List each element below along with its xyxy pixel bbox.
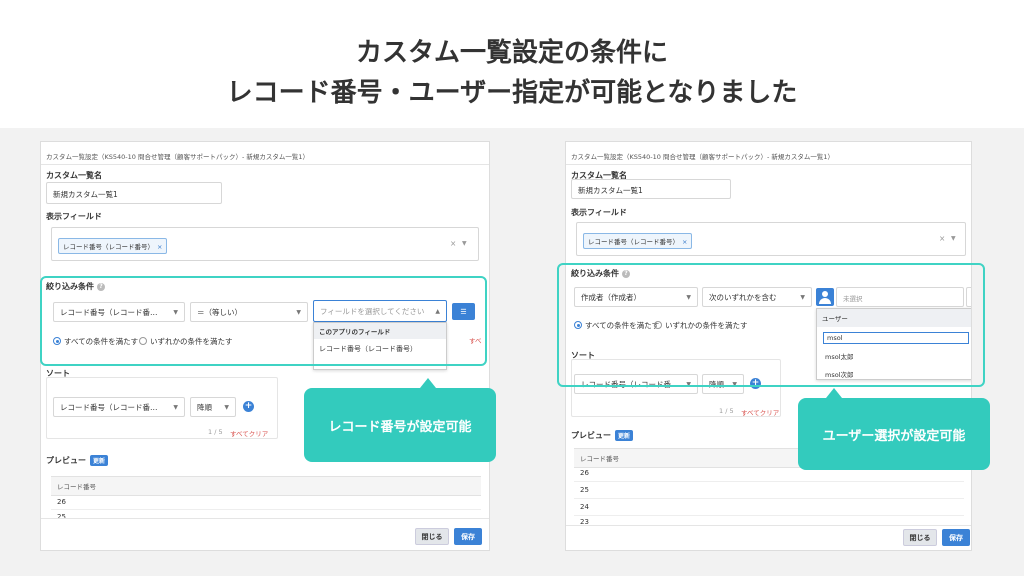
left-callout-text: レコード番号が設定可能 — [328, 419, 472, 435]
footer-divider — [566, 525, 971, 526]
display-field-tag[interactable]: レコード番号（レコード番号） × — [583, 233, 693, 249]
chevron-down-icon[interactable]: ▼ — [462, 240, 467, 247]
save-button[interactable]: 保存 — [942, 529, 970, 546]
pager: 1 / 5 — [719, 407, 734, 415]
callout-arrow — [826, 388, 842, 398]
screenshot-stage: カスタム一覧設定（KS540-10 問合せ管理（顧客サポートパック）- 新規カス… — [0, 128, 1024, 576]
right-callout-text: ユーザー選択が設定可能 — [822, 428, 966, 444]
breadcrumb: カスタム一覧設定（KS540-10 問合せ管理（顧客サポートパック）- 新規カス… — [571, 153, 835, 161]
save-button[interactable]: 保存 — [454, 528, 482, 545]
right-callout: ユーザー選択が設定可能 — [798, 388, 990, 470]
table-row: 26 — [51, 494, 481, 510]
display-field-tag-label: レコード番号（レコード番号） — [63, 243, 154, 251]
sort-order-value: 降順 — [197, 402, 212, 412]
divider — [41, 164, 489, 165]
table-header: レコード番号 — [51, 476, 481, 496]
table-row: 25 — [574, 482, 964, 499]
list-name-input[interactable]: 新規カスタム一覧1 — [46, 182, 222, 204]
preview-label-text: プレビュー — [46, 456, 86, 465]
list-name-value: 新規カスタム一覧1 — [53, 190, 118, 199]
close-button[interactable]: 閉じる — [415, 528, 449, 545]
add-sort-icon[interactable]: + — [243, 401, 254, 412]
display-fields-select[interactable]: レコード番号（レコード番号） × × ▼ — [576, 222, 966, 256]
preview-label: プレビュー 更新 — [46, 455, 109, 466]
chevron-down-icon: ▼ — [224, 403, 229, 411]
display-field-tag[interactable]: レコード番号（レコード番号） × — [58, 238, 168, 254]
headline-line-1: カスタム一覧設定の条件に — [355, 38, 668, 68]
headline: カスタム一覧設定の条件に レコード番号・ユーザー指定が可能となりました — [0, 0, 1024, 128]
display-fields-select[interactable]: レコード番号（レコード番号） × × ▼ — [51, 227, 479, 261]
list-name-value: 新規カスタム一覧1 — [578, 186, 643, 195]
table-row: 24 — [574, 499, 964, 516]
remove-tag-icon[interactable]: × — [682, 238, 687, 246]
sort-field-value: レコード番号（レコード番… — [60, 402, 158, 412]
sort-order-select[interactable]: 降順 ▼ — [190, 397, 236, 417]
display-fields-label: 表示フィールド — [46, 212, 102, 221]
table-row: 23 — [580, 518, 589, 526]
close-button[interactable]: 閉じる — [903, 529, 937, 546]
clear-all-link[interactable]: すべてクリア — [230, 428, 268, 438]
table-row: 25 — [57, 513, 66, 521]
preview-label-text: プレビュー — [571, 431, 611, 440]
footer-divider — [41, 518, 489, 519]
refresh-button[interactable]: 更新 — [615, 430, 634, 441]
pager: 1 / 5 — [208, 428, 223, 436]
left-highlight-frame — [40, 276, 487, 366]
chevron-down-icon[interactable]: ▼ — [951, 235, 956, 242]
callout-arrow — [420, 378, 436, 388]
clear-all-link[interactable]: すべてクリア — [741, 407, 779, 417]
sort-field-select[interactable]: レコード番号（レコード番… ▼ — [53, 397, 185, 417]
list-name-input[interactable]: 新規カスタム一覧1 — [571, 179, 731, 199]
refresh-button[interactable]: 更新 — [90, 455, 109, 466]
headline-line-2: レコード番号・ユーザー指定が可能となりました — [226, 78, 798, 108]
right-highlight-frame — [557, 263, 985, 387]
list-name-label: カスタム一覧名 — [46, 171, 102, 180]
divider — [566, 164, 971, 165]
breadcrumb: カスタム一覧設定（KS540-10 問合せ管理（顧客サポートパック）- 新規カス… — [46, 153, 310, 161]
preview-label: プレビュー 更新 — [571, 430, 634, 441]
remove-tag-icon[interactable]: × — [157, 243, 162, 251]
display-field-tag-label: レコード番号（レコード番号） — [588, 238, 679, 246]
clear-icon[interactable]: × — [450, 239, 456, 248]
display-fields-label: 表示フィールド — [571, 208, 627, 217]
chevron-down-icon: ▼ — [173, 403, 178, 411]
clear-icon[interactable]: × — [939, 234, 945, 243]
left-callout: レコード番号が設定可能 — [304, 378, 496, 462]
